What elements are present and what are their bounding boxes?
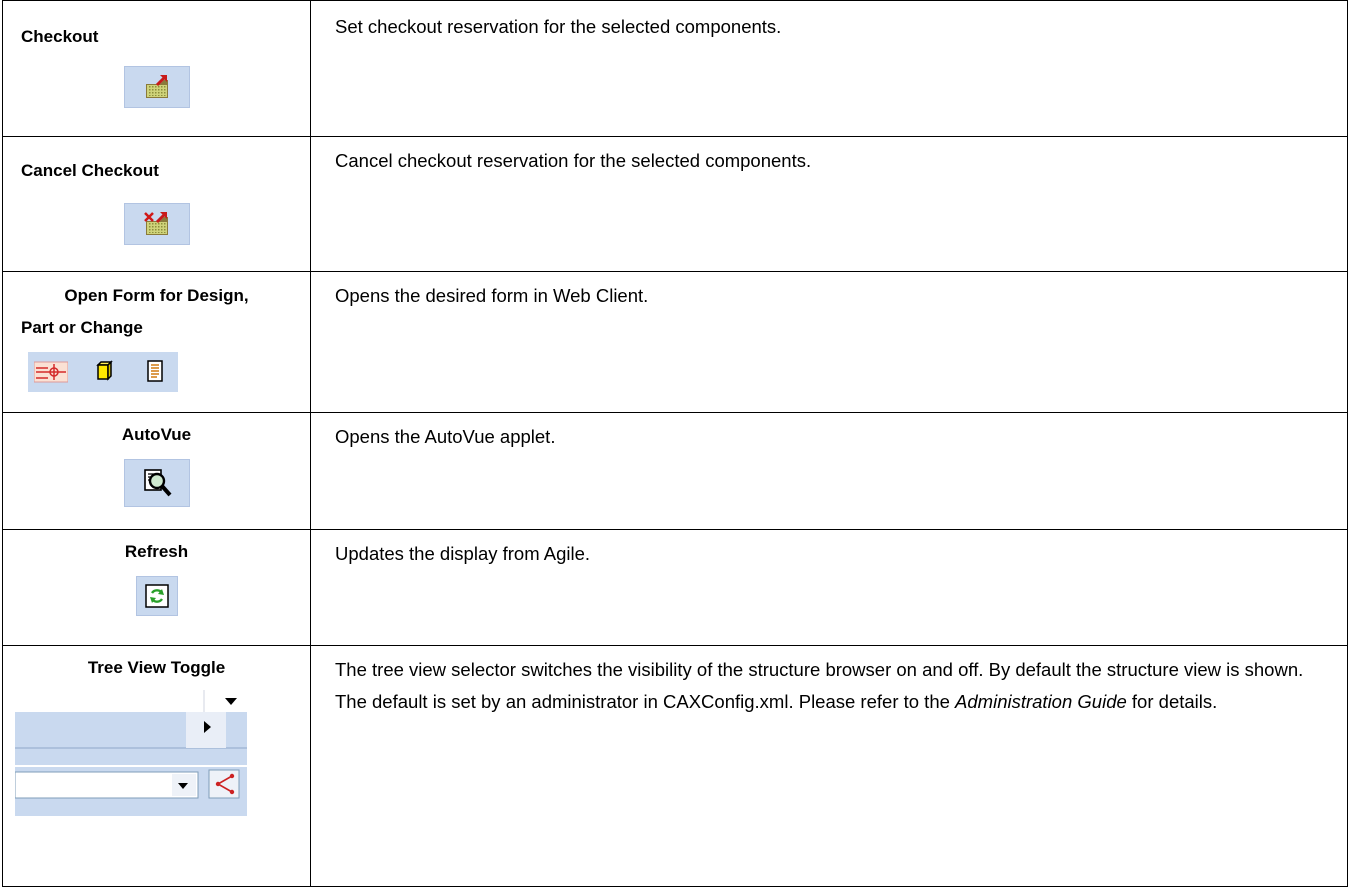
description-text-italic: Administration Guide bbox=[955, 691, 1127, 712]
table-row: Refresh Updates the display from Agile. bbox=[2, 529, 1348, 646]
command-cell: Cancel Checkout bbox=[2, 136, 311, 272]
command-label: Checkout bbox=[21, 27, 99, 46]
command-label: Tree View Toggle bbox=[87, 658, 226, 677]
command-cell: Checkout bbox=[2, 0, 311, 137]
command-label: Refresh bbox=[124, 542, 189, 561]
command-description: Opens the desired form in Web Client. bbox=[335, 285, 649, 306]
table-row: Tree View Toggle The tree view selector … bbox=[2, 645, 1348, 887]
checkout-icon bbox=[124, 66, 190, 108]
table-row: Checkout Set checkout reservation for th… bbox=[2, 0, 1348, 137]
description-cell: Set checkout reservation for the selecte… bbox=[310, 0, 1348, 137]
command-description: The tree view selector switches the visi… bbox=[311, 646, 1347, 718]
command-label-line2: Part or Change bbox=[21, 318, 143, 337]
change-form-icon bbox=[138, 358, 172, 386]
table-row: Cancel Checkout Cancel checkout reservat… bbox=[2, 136, 1348, 272]
table-row: AutoVue Opens the AutoVue applet. bbox=[2, 412, 1348, 530]
command-label-line1: Open Form for Design, bbox=[64, 286, 249, 305]
command-description: Opens the AutoVue applet. bbox=[335, 426, 556, 447]
description-cell: The tree view selector switches the visi… bbox=[310, 645, 1348, 887]
description-cell: Cancel checkout reservation for the sele… bbox=[310, 136, 1348, 272]
command-description: Cancel checkout reservation for the sele… bbox=[335, 150, 812, 171]
autovue-icon bbox=[123, 459, 190, 507]
table-row: Open Form for Design, Part or Change Ope… bbox=[2, 271, 1348, 413]
part-form-icon bbox=[86, 358, 120, 386]
design-form-icon bbox=[33, 358, 69, 386]
form-icons-group bbox=[28, 352, 178, 392]
cancel-checkout-icon bbox=[124, 203, 190, 245]
description-text-part2: for details. bbox=[1126, 691, 1218, 712]
command-reference-table: Checkout Set checkout reservation for th… bbox=[2, 0, 1348, 887]
command-description: Set checkout reservation for the selecte… bbox=[335, 16, 782, 37]
description-cell: Opens the desired form in Web Client. bbox=[310, 271, 1348, 413]
command-label: AutoVue bbox=[121, 425, 192, 444]
command-cell: AutoVue bbox=[2, 412, 311, 530]
tree-view-toggle-icon bbox=[14, 690, 247, 816]
refresh-icon bbox=[135, 576, 178, 616]
command-cell: Refresh bbox=[2, 529, 311, 646]
description-cell: Updates the display from Agile. bbox=[310, 529, 1348, 646]
description-cell: Opens the AutoVue applet. bbox=[310, 412, 1348, 530]
command-description: Updates the display from Agile. bbox=[335, 543, 591, 564]
command-cell: Tree View Toggle bbox=[2, 645, 311, 887]
command-label: Cancel Checkout bbox=[21, 161, 159, 180]
command-cell: Open Form for Design, Part or Change bbox=[2, 271, 311, 413]
